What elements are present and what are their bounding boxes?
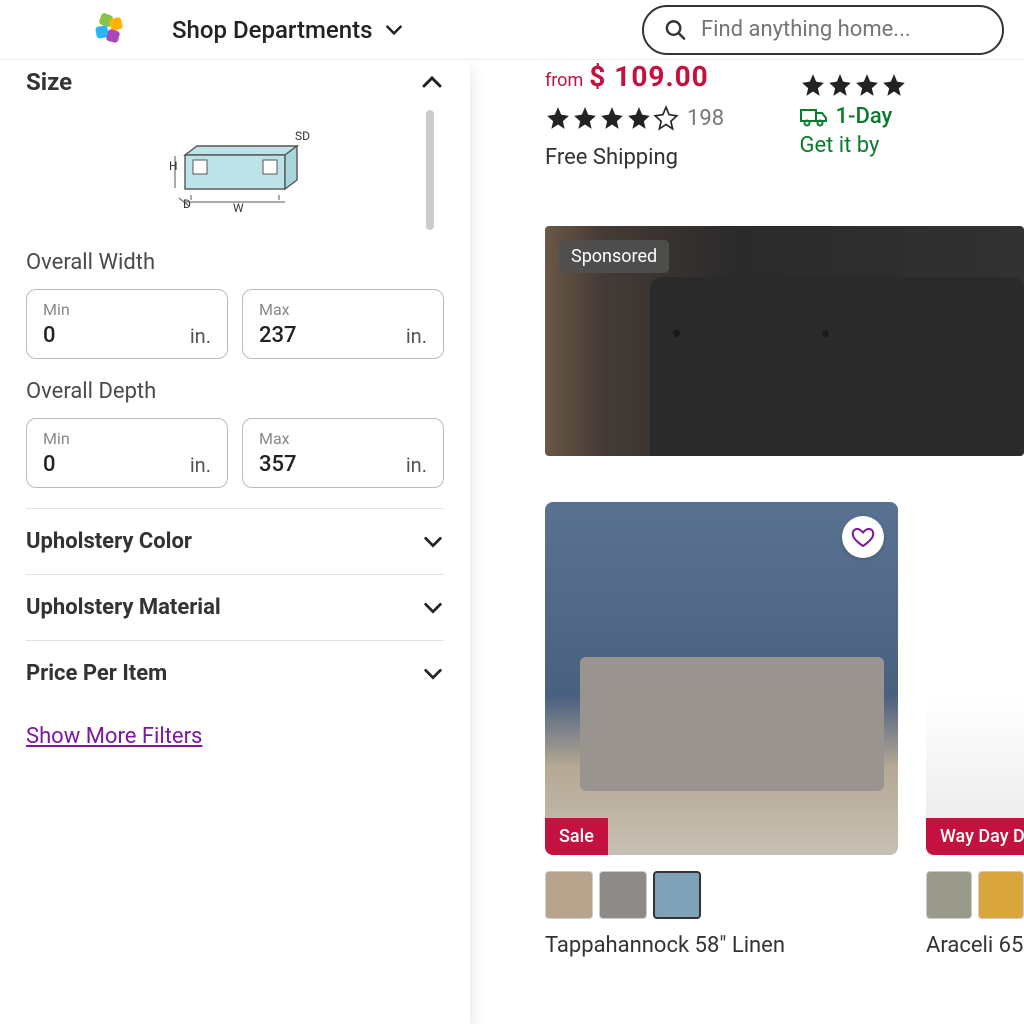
size-diagram: H SD W D: [26, 110, 444, 240]
chevron-down-icon: [422, 531, 444, 553]
unit-label: in.: [190, 453, 211, 477]
rating-row: [800, 72, 1024, 98]
shipping-row: 1-Day: [800, 104, 1024, 129]
filter-upholstery-material[interactable]: Upholstery Material: [26, 574, 444, 640]
header: Shop Departments: [0, 0, 1024, 60]
filter-upholstery-color[interactable]: Upholstery Color: [26, 508, 444, 574]
overall-width-label: Overall Width: [26, 250, 444, 275]
get-by-label: Get it by: [800, 133, 1024, 158]
logo-icon: [92, 12, 128, 48]
depth-max-input[interactable]: [259, 452, 319, 477]
width-min-input[interactable]: [43, 323, 103, 348]
review-count: 198: [687, 106, 724, 131]
max-label: Max: [259, 300, 427, 319]
filter-sidebar: Size H SD W D Overall Width: [0, 60, 470, 1024]
size-title: Size: [26, 68, 72, 96]
product-image: Sale: [545, 502, 898, 855]
min-label: Min: [43, 300, 211, 319]
product-card-top-right[interactable]: 1-Day Get it by: [800, 60, 1024, 170]
filter-price-per-item[interactable]: Price Per Item: [26, 640, 444, 706]
width-range: Min in. Max in.: [26, 289, 444, 359]
filter-label: Price Per Item: [26, 661, 167, 686]
color-swatches: [545, 871, 898, 919]
sofa-illustration: [650, 277, 1024, 456]
swatch[interactable]: [599, 871, 647, 919]
swatch[interactable]: [978, 871, 1024, 919]
depth-min-box[interactable]: Min in.: [26, 418, 228, 488]
unit-label: in.: [406, 453, 427, 477]
search-box[interactable]: [642, 5, 1004, 55]
favorite-button[interactable]: [842, 516, 884, 558]
svg-text:SD: SD: [295, 129, 310, 143]
product-image: Way Day D: [926, 502, 1024, 855]
search-icon: [664, 17, 687, 43]
heart-icon: [851, 525, 875, 549]
filter-label: Upholstery Color: [26, 529, 192, 554]
stars-icon: [545, 105, 679, 131]
depth-min-input[interactable]: [43, 452, 103, 477]
sofa-dimensions-icon: H SD W D: [155, 120, 315, 220]
chevron-down-icon: [422, 597, 444, 619]
scrollbar[interactable]: [426, 110, 434, 230]
swatch[interactable]: [653, 871, 701, 919]
product-card-top-left[interactable]: from $ 109.00 198 Free Shipping: [545, 60, 770, 170]
product-title: Araceli 65: [926, 933, 1024, 958]
shop-departments-menu[interactable]: Shop Departments: [172, 16, 404, 44]
truck-icon: [800, 106, 828, 128]
color-swatches: [926, 871, 1024, 919]
sale-tag: Way Day D: [926, 818, 1024, 855]
free-shipping-label: Free Shipping: [545, 145, 770, 170]
sale-tag: Sale: [545, 818, 608, 855]
unit-label: in.: [406, 324, 427, 348]
product-card[interactable]: Way Day D Araceli 65: [926, 502, 1024, 958]
chevron-down-icon: [384, 20, 404, 40]
min-label: Min: [43, 429, 211, 448]
width-max-box[interactable]: Max in.: [242, 289, 444, 359]
shop-departments-label: Shop Departments: [172, 16, 372, 44]
search-input[interactable]: [701, 17, 982, 42]
svg-text:W: W: [233, 201, 244, 215]
chevron-up-icon: [420, 70, 444, 94]
sofa-illustration: [580, 657, 884, 791]
unit-label: in.: [190, 324, 211, 348]
swatch[interactable]: [545, 871, 593, 919]
sponsored-banner[interactable]: Sponsored: [545, 226, 1024, 456]
max-label: Max: [259, 429, 427, 448]
price: from $ 109.00: [545, 60, 770, 93]
from-label: from: [545, 70, 583, 91]
one-day-label: 1-Day: [836, 104, 893, 129]
logo[interactable]: [92, 12, 128, 48]
price-value: $ 109.00: [589, 60, 708, 93]
width-min-box[interactable]: Min in.: [26, 289, 228, 359]
svg-text:H: H: [169, 159, 178, 173]
sponsored-tag: Sponsored: [559, 240, 669, 273]
size-filter-header[interactable]: Size: [26, 60, 444, 110]
depth-range: Min in. Max in.: [26, 418, 444, 488]
product-grid: from $ 109.00 198 Free Shipping: [470, 60, 1024, 1024]
swatch[interactable]: [926, 871, 972, 919]
chevron-down-icon: [422, 663, 444, 685]
product-card[interactable]: Sale Tappahannock 58" Linen: [545, 502, 898, 958]
width-max-input[interactable]: [259, 323, 319, 348]
product-title: Tappahannock 58" Linen: [545, 933, 898, 958]
show-more-filters-link[interactable]: Show More Filters: [26, 724, 202, 749]
stars-icon: [800, 72, 907, 98]
overall-depth-label: Overall Depth: [26, 379, 444, 404]
depth-max-box[interactable]: Max in.: [242, 418, 444, 488]
filter-label: Upholstery Material: [26, 595, 221, 620]
rating-row: 198: [545, 105, 770, 131]
